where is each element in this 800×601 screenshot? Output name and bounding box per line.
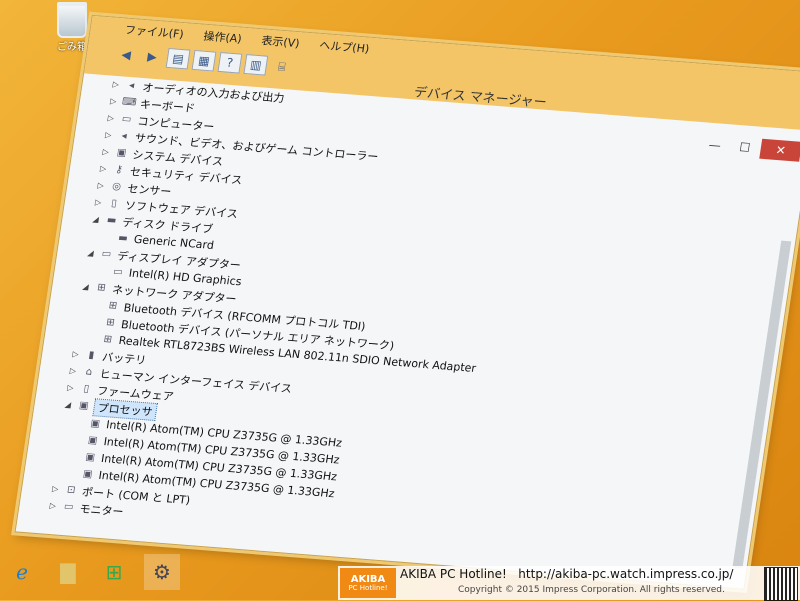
site-name: AKIBA PC Hotline! xyxy=(400,567,507,581)
computer-icon: ▭ xyxy=(121,113,133,126)
device-manager-taskbar-icon[interactable]: ⚙ xyxy=(144,554,180,590)
device-manager-window: ファイル(F) 操作(A) 表示(V) ヘルプ(H) ◀ ▶ ▤ ▦ ? ▥ ⌸… xyxy=(14,14,800,590)
expander-icon xyxy=(91,321,103,322)
expander-icon xyxy=(99,271,111,272)
expander-icon xyxy=(89,338,101,339)
monitor-icon: ▭ xyxy=(63,501,75,513)
watermark: AKIBA PC Hotline! AKIBA PC Hotline! http… xyxy=(338,566,800,601)
copyright: Copyright © 2015 Impress Corporation. Al… xyxy=(458,585,725,595)
site-url[interactable]: http://akiba-pc.watch.impress.co.jp/ xyxy=(518,567,733,581)
show-hide-tree-icon[interactable]: ▤ xyxy=(165,47,191,70)
monitor-icon: ▭ xyxy=(112,266,124,278)
expander-icon xyxy=(104,237,116,238)
processor-icon: ▣ xyxy=(87,434,99,447)
recycle-bin-icon xyxy=(57,2,87,38)
store-icon[interactable]: ⊞ xyxy=(96,554,132,590)
speaker-icon: ◂ xyxy=(120,130,128,142)
expander-icon xyxy=(69,473,81,474)
network-icon: ⊞ xyxy=(102,333,113,346)
device-tree: ▷ ◂ オーディオの入力および出力 ▷ ⌨ キーボード ▷ ▭ コンピューター ▷ ◂ サウンド、ビデ… xyxy=(16,73,800,588)
menu-file[interactable]: ファイル(F) xyxy=(119,19,189,44)
help-icon[interactable]: ? xyxy=(217,52,243,74)
processor-icon: ▣ xyxy=(78,400,90,412)
sensor-icon: ◎ xyxy=(111,180,122,193)
internet-explorer-icon[interactable]: ℯ xyxy=(4,554,40,590)
network-icon: ⊞ xyxy=(107,300,118,312)
akiba-logo: AKIBA PC Hotline! xyxy=(340,568,396,598)
monitor-icon: ▭ xyxy=(100,248,113,261)
forward-icon[interactable]: ▶ xyxy=(140,46,165,68)
logo-main: AKIBA xyxy=(350,573,386,585)
watermark-line1: AKIBA PC Hotline! http://akiba-pc.watch.… xyxy=(400,567,733,581)
expander-icon xyxy=(71,456,83,457)
properties-icon[interactable]: ▦ xyxy=(191,49,217,72)
software-device-icon: ▯ xyxy=(110,197,118,210)
port-icon: ⊡ xyxy=(66,484,77,496)
file-explorer-icon[interactable]: ▇ xyxy=(50,554,86,590)
menu-view[interactable]: 表示(V) xyxy=(256,30,305,53)
back-icon[interactable]: ◀ xyxy=(114,44,139,66)
speaker-icon: ◂ xyxy=(128,80,136,92)
tree-row-label: センサー xyxy=(126,181,173,199)
system-device-icon: ▣ xyxy=(116,147,128,159)
tree-row-label: モニター xyxy=(78,501,125,519)
disk-drive-icon: ▬ xyxy=(105,214,118,227)
expander-icon xyxy=(74,439,86,440)
menu-help[interactable]: ヘルプ(H) xyxy=(314,35,375,59)
menu-action[interactable]: 操作(A) xyxy=(198,25,247,48)
processor-icon: ▣ xyxy=(84,451,96,464)
hid-icon: ⌂ xyxy=(84,366,93,378)
keyboard-icon: ⌨ xyxy=(121,96,138,109)
expander-icon xyxy=(94,304,106,305)
tree-row-label: バッテリ xyxy=(101,350,148,367)
battery-icon: ▮ xyxy=(87,349,95,361)
logo-sub: PC Hotline! xyxy=(348,583,388,592)
network-icon: ⊞ xyxy=(105,316,116,329)
scan-hardware-icon[interactable]: ⌸ xyxy=(269,56,294,78)
disk-drive-icon: ▬ xyxy=(117,232,129,245)
device-view-icon[interactable]: ▥ xyxy=(243,54,269,76)
processor-icon: ▣ xyxy=(82,468,94,481)
qr-code-icon xyxy=(764,567,798,601)
firmware-icon: ▯ xyxy=(82,383,90,395)
network-icon: ⊞ xyxy=(96,282,107,294)
processor-icon: ▣ xyxy=(89,418,101,430)
expander-icon xyxy=(76,422,88,423)
key-icon: ⚷ xyxy=(114,164,124,176)
